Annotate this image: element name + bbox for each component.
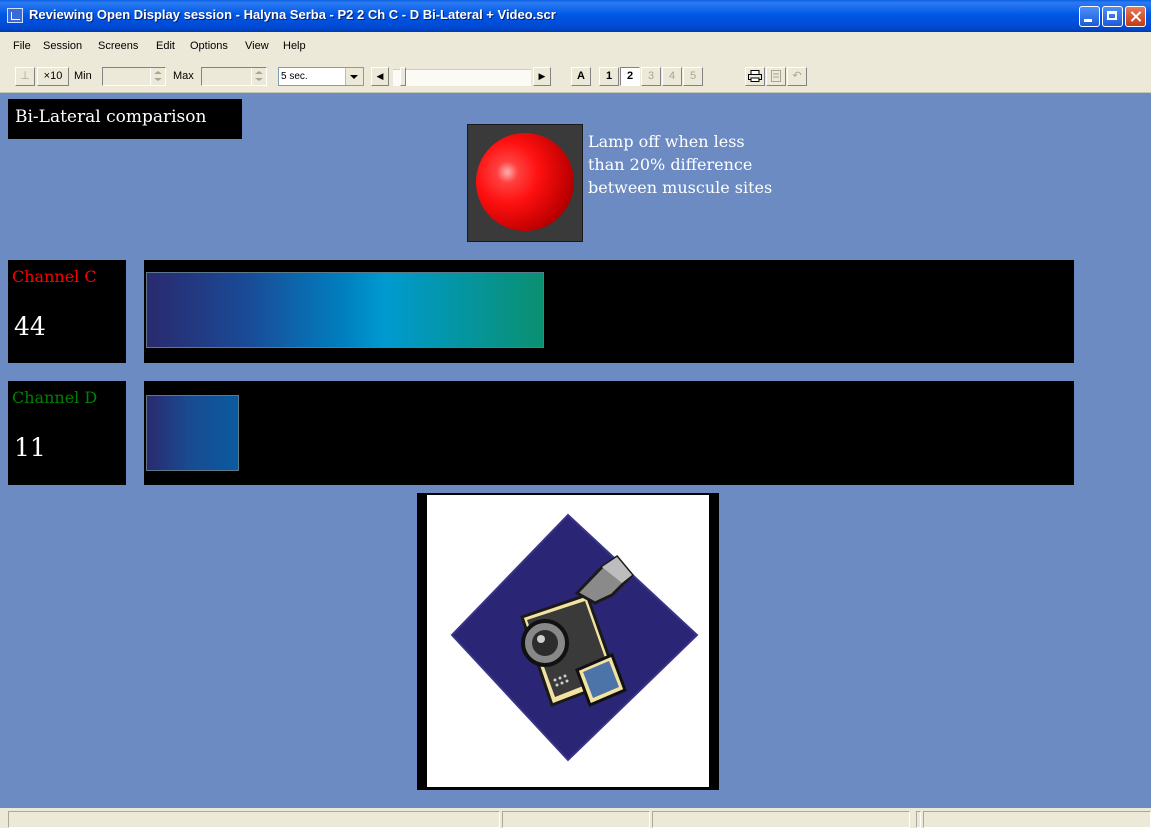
- screen-1-button[interactable]: 1: [599, 67, 619, 86]
- time-select[interactable]: 5 sec.: [278, 67, 364, 86]
- channel-d-value: 11: [14, 433, 46, 462]
- menu-edit[interactable]: Edit: [156, 40, 175, 52]
- x10-button[interactable]: ×10: [37, 67, 69, 86]
- autoscale-button[interactable]: A: [571, 67, 591, 86]
- status-pane: [502, 811, 650, 828]
- video-panel[interactable]: [417, 493, 719, 790]
- chevron-down-icon[interactable]: [345, 68, 363, 85]
- undo-icon[interactable]: ↶: [787, 67, 807, 86]
- screen-4-button[interactable]: 4: [662, 67, 682, 86]
- scroll-right-button[interactable]: ▶: [533, 67, 551, 86]
- lamp-text-line: than 20% difference: [588, 155, 753, 174]
- menu-session[interactable]: Session: [43, 40, 82, 52]
- screen-3-button[interactable]: 3: [641, 67, 661, 86]
- max-label: Max: [173, 70, 194, 82]
- red-lamp-icon: [476, 133, 574, 231]
- channel-d-name: Channel D: [12, 388, 98, 407]
- channel-d-panel: Channel D 11: [8, 381, 126, 485]
- status-pane: [916, 811, 921, 828]
- camcorder-icon: [450, 513, 699, 762]
- toolbar: ⊥ ×10 Min Max 5 sec. ◀ ▶ A 1 2 3 4 5 ↶: [0, 59, 1151, 93]
- menu-file[interactable]: File: [13, 40, 31, 52]
- axis-icon[interactable]: ⊥: [15, 67, 35, 86]
- status-pane: [923, 811, 1151, 828]
- lamp-text-line: between muscule sites: [588, 178, 773, 197]
- time-scrollbar[interactable]: [393, 69, 531, 86]
- scrollbar-thumb[interactable]: [400, 67, 406, 86]
- status-pane: [8, 811, 500, 828]
- menu-help[interactable]: Help: [283, 40, 306, 52]
- page-icon[interactable]: [766, 67, 786, 86]
- title-bar: Reviewing Open Display session - Halyna …: [0, 0, 1151, 32]
- window-title: Reviewing Open Display session - Halyna …: [29, 7, 556, 22]
- print-icon[interactable]: [745, 67, 765, 86]
- time-select-value: 5 sec.: [281, 71, 308, 82]
- menu-screens[interactable]: Screens: [98, 40, 138, 52]
- channel-c-value: 44: [14, 312, 46, 341]
- channel-d-bar: [146, 395, 239, 471]
- scroll-left-button[interactable]: ◀: [371, 67, 389, 86]
- channel-c-name: Channel C: [12, 267, 97, 286]
- channel-c-bar-area: [144, 260, 1074, 363]
- min-spinner[interactable]: [102, 67, 166, 86]
- screen-2-button[interactable]: 2: [620, 67, 640, 86]
- video-placeholder[interactable]: [427, 495, 709, 787]
- maximize-button[interactable]: [1102, 6, 1123, 27]
- screen-header: Bi-Lateral comparison: [8, 99, 242, 139]
- screen-5-button[interactable]: 5: [683, 67, 703, 86]
- lamp-text-line: Lamp off when less: [588, 132, 745, 151]
- lamp-indicator: [467, 124, 583, 242]
- spinner-arrows-icon[interactable]: [150, 68, 165, 85]
- menu-view[interactable]: View: [245, 40, 269, 52]
- menu-options[interactable]: Options: [190, 40, 228, 52]
- channel-c-bar: [146, 272, 544, 348]
- channel-d-bar-area: [144, 381, 1074, 485]
- app-icon[interactable]: [7, 8, 23, 23]
- menu-bar: File Session Screens Edit Options View H…: [0, 32, 1151, 59]
- spinner-arrows-icon[interactable]: [251, 68, 266, 85]
- status-pane: [652, 811, 910, 828]
- close-button[interactable]: [1125, 6, 1146, 27]
- lamp-description: Lamp off when less than 20% difference b…: [588, 130, 828, 199]
- max-spinner[interactable]: [201, 67, 267, 86]
- channel-c-panel: Channel C 44: [8, 260, 126, 363]
- status-bar: [0, 808, 1151, 828]
- minimize-button[interactable]: [1079, 6, 1100, 27]
- min-label: Min: [74, 70, 92, 82]
